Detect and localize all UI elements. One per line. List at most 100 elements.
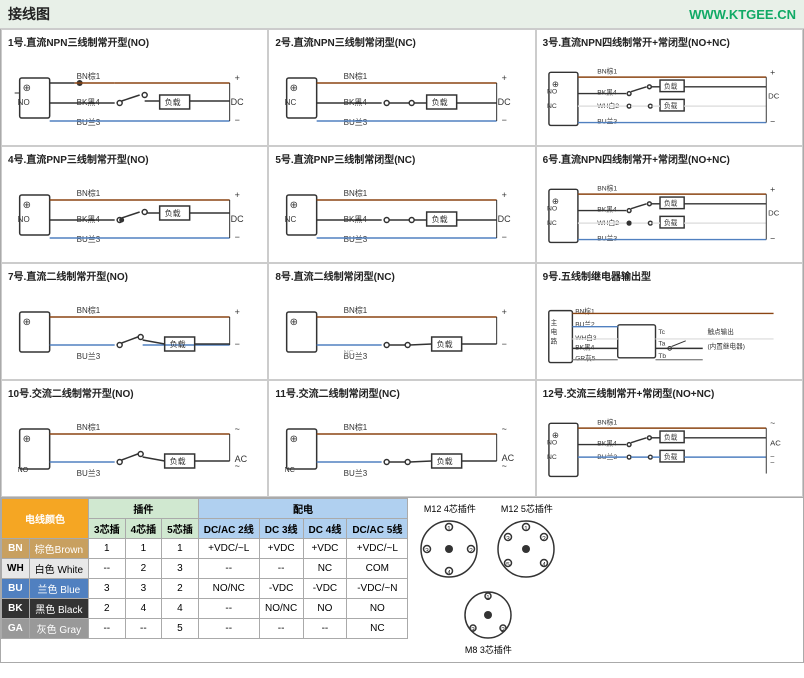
svg-text:+: + [235,307,240,317]
wire-code: GA [2,619,30,639]
diagram-2: 2号.直流NPN三线制常闭型(NC) NC ⊕ BN棕1 + BK黑4 负载 D… [268,29,535,146]
svg-text:主: 主 [550,318,557,327]
svg-text:⊕: ⊕ [290,434,298,445]
connector-section: M12 4芯插件 1 2 3 4 [408,498,568,662]
svg-text:(内置继电器): (内置继电器) [707,341,744,350]
svg-text:负载: 负载 [664,218,678,227]
svg-text:BN棕1: BN棕1 [77,188,101,198]
svg-text:GR灰5: GR灰5 [575,354,596,363]
m8-3pin-wrapper: 1 2 3 M8 3芯插件 [461,588,516,658]
wire-code: BU [2,579,30,599]
svg-text:4: 4 [447,570,451,577]
svg-text:⊕: ⊕ [551,79,558,89]
svg-text:NC: NC [285,467,295,474]
plugin-val: 2 [125,559,162,579]
svg-text:DC: DC [231,97,244,107]
plugin-val: 1 [162,539,199,559]
svg-text:负载: 负载 [432,97,448,107]
svg-text:+: + [770,67,775,77]
svg-text:−: − [502,115,507,125]
col-power-dc3: DC 3线 [259,519,303,539]
svg-text:BU兰3: BU兰3 [597,117,617,126]
col-header-power: 配电 [198,499,408,519]
svg-text:⊕: ⊕ [551,196,558,206]
power-val: -VDC/~N [347,579,408,599]
svg-text:NO: NO [18,215,30,224]
svg-text:~: ~ [502,461,507,471]
svg-text:BN棕1: BN棕1 [344,71,368,81]
svg-text:负载: 负载 [664,452,678,461]
svg-text:负载: 负载 [165,208,181,218]
svg-text:+: + [502,190,507,200]
col-power-dc5: DC/AC 5线 [347,519,408,539]
svg-text:Tb: Tb [658,353,666,360]
svg-text:⊕: ⊕ [23,83,31,94]
power-val: -- [198,599,259,619]
svg-text:BK黑4: BK黑4 [597,206,617,214]
diagram-6-svg: NO NC ⊕ BN棕1 + BK黑4 负载 WH白2 负载 DC B [543,170,796,255]
col-header-plugin: 插件 [89,499,199,519]
col-plugin-3: 3芯插 [89,519,126,539]
plugin-val: 2 [162,579,199,599]
m8-3pin-connector: 1 2 3 M8 3芯插件 [461,588,516,658]
svg-text:BN棕1: BN棕1 [77,305,101,315]
wire-name: 兰色 Blue [29,579,88,599]
diagram-5-svg: NC ⊕ BN棕1 + BK黑4 负载 DC BU兰3 − [275,170,528,255]
diagram-5: 5号.直流PNP三线制常闭型(NC) NC ⊕ BN棕1 + BK黑4 负载 D… [268,146,535,263]
svg-text:+: + [502,73,507,83]
plugin-val: 2 [89,599,126,619]
diagram-8: 8号.直流二线制常闭型(NC) ⊕ BN棕1 + BU兰3 负载 − NC [268,263,535,380]
svg-text:DC: DC [768,208,780,217]
power-val: -- [303,619,347,639]
plugin-val: 3 [89,579,126,599]
power-val: +VDC/~L [347,539,408,559]
wire-name: 灰色 Gray [29,619,88,639]
power-val: NO/NC [198,579,259,599]
power-val: -- [259,559,303,579]
diagram-2-title: 2号.直流NPN三线制常闭型(NC) [275,34,528,49]
plugin-val: -- [89,559,126,579]
diagram-7: 7号.直流二线制常开型(NO) ⊕ BN棕1 + BU兰3 负载 − [1,263,268,380]
svg-text:负载: 负载 [432,214,448,224]
svg-text:BU兰3: BU兰3 [344,117,368,127]
svg-text:负载: 负载 [664,82,678,91]
svg-text:3: 3 [471,627,475,634]
svg-text:负载: 负载 [664,433,678,442]
svg-text:~: ~ [770,458,775,467]
table-row: BN棕色Brown111+VDC/~L+VDC+VDC+VDC/~L [2,539,408,559]
page-title: 接线图 [8,4,50,24]
svg-text:−: − [502,232,507,242]
diagram-2-svg: NC ⊕ BN棕1 + BK黑4 负载 DC BU兰3 − [275,53,528,138]
diagram-9-svg: 主 电 路 BN棕1 BU兰2 WH白3 Tc BK黑4 Ta GR灰5 Tb [543,287,796,372]
m8-3pin-label: M8 3芯插件 [465,643,512,656]
svg-text:DC: DC [498,214,511,224]
m12-4pin-connector: M12 4芯插件 1 2 3 4 [417,502,482,582]
plugin-val: 5 [162,619,199,639]
svg-text:NC: NC [285,215,297,224]
svg-text:~: ~ [235,461,240,471]
svg-text:−: − [770,233,775,243]
diagram-9-title: 9号.五线制继电器输出型 [543,268,796,283]
svg-text:BN棕1: BN棕1 [597,417,617,426]
svg-text:BK黑4: BK黑4 [597,440,617,448]
diagram-3-svg: NO NC ⊕ BN棕1 + BK黑4 负载 WH白2 负载 [543,53,796,138]
svg-text:负载: 负载 [664,101,678,110]
svg-text:Tc: Tc [658,329,665,336]
diagram-12-svg: NO NC ⊕ BN棕1 ~ BK黑4 负载 BU兰3 负载 AC ~ [543,404,796,489]
svg-text:⊕: ⊕ [290,83,298,94]
svg-text:~: ~ [502,424,507,434]
plugin-val: -- [89,619,126,639]
svg-text:⊕: ⊕ [290,317,298,328]
diagram-10: 10号.交流二线制常开型(NO) ⊕ BN棕1 ~ BU兰3 负载 AC NO … [1,380,268,497]
svg-text:BU兰3: BU兰3 [344,234,368,244]
svg-text:BN棕1: BN棕1 [597,183,617,192]
svg-text:BN棕1: BN棕1 [344,422,368,432]
table-row: BK黑色 Black244--NO/NCNONO [2,599,408,619]
svg-text:DC: DC [231,214,244,224]
diagram-1-svg: NO ⊕ BN棕1 + BK黑4 负载 DC BU [8,53,261,138]
col-power-dc4: DC 4线 [303,519,347,539]
table-section: 电线颜色 插件 配电 3芯插 4芯插 5芯插 DC/AC 2线 DC 3线 DC… [0,498,804,663]
svg-text:NC: NC [547,454,557,461]
svg-text:BU兰3: BU兰3 [344,468,368,478]
connectors-row: M12 4芯插件 1 2 3 4 [417,502,559,582]
